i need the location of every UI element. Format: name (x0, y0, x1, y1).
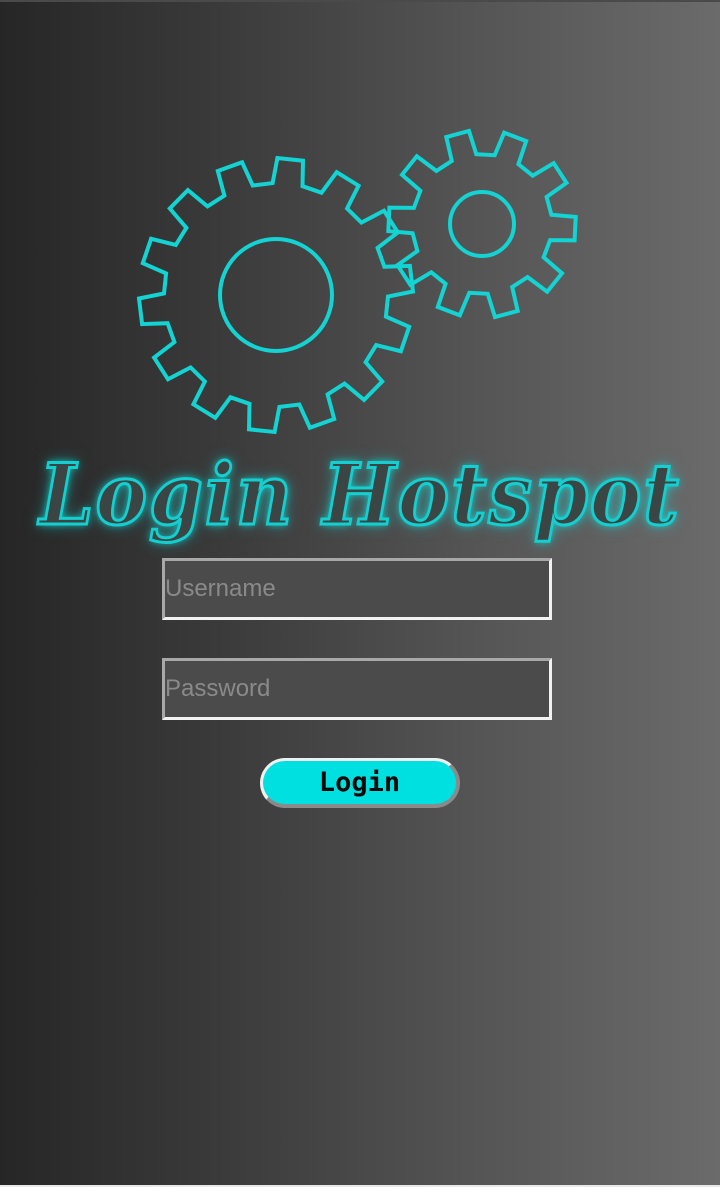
gears-icon (136, 128, 578, 435)
page-title: Login Hotspot (38, 444, 681, 546)
username-input[interactable] (162, 558, 552, 620)
top-border (0, 0, 720, 2)
password-input[interactable] (162, 658, 552, 720)
small-gear-icon (386, 128, 578, 320)
large-gear-icon (136, 155, 416, 435)
login-button[interactable]: Login (260, 758, 460, 808)
